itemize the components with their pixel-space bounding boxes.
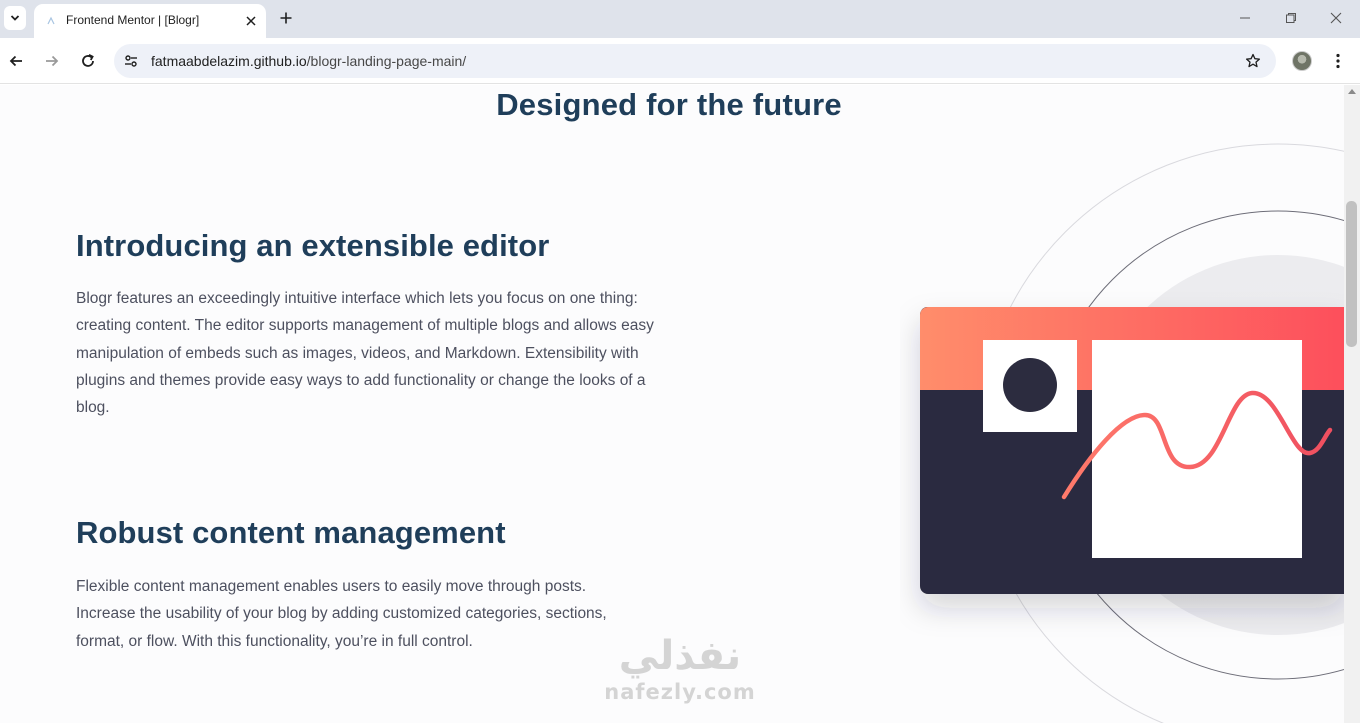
feature-title-editor: Introducing an extensible editor (76, 228, 550, 263)
tab-title: Frontend Mentor | [Blogr] (66, 13, 200, 27)
tune-icon (125, 55, 137, 67)
address-bar[interactable]: fatmaabdelazim.github.io/blogr-landing-p… (114, 44, 1276, 78)
bookmark-button[interactable] (1244, 52, 1262, 70)
url-text: fatmaabdelazim.github.io/blogr-landing-p… (151, 53, 466, 69)
star-icon (1245, 53, 1261, 68)
editor-illustration (919, 143, 1344, 723)
scroll-up-arrow-icon[interactable] (1348, 89, 1356, 94)
profile-dot (1003, 358, 1057, 412)
feature-title-content-management: Robust content management (76, 515, 506, 550)
tab-close-button[interactable] (242, 12, 260, 30)
restore-button[interactable] (1283, 10, 1299, 26)
browser-menu-button[interactable] (1330, 51, 1346, 71)
watermark-latin: nafezly.com (604, 680, 756, 704)
vertical-scrollbar[interactable] (1344, 85, 1360, 723)
browser-tab-active[interactable]: Frontend Mentor | [Blogr] (34, 4, 266, 38)
browser-toolbar: fatmaabdelazim.github.io/blogr-landing-p… (0, 38, 1360, 84)
content-panel (1092, 340, 1302, 558)
minimize-button[interactable] (1237, 10, 1253, 26)
url-host: fatmaabdelazim.github.io (151, 53, 307, 69)
frontend-mentor-favicon-icon (47, 16, 55, 25)
watermark-arabic: نفذلي (618, 633, 742, 679)
feature-text-editor: Blogr features an exceedingly intuitive … (76, 290, 654, 417)
tab-strip: Frontend Mentor | [Blogr] (0, 0, 1360, 38)
section-title: Designed for the future (496, 87, 842, 122)
reload-button[interactable] (79, 52, 97, 70)
minimize-icon (1240, 17, 1250, 19)
plus-icon (280, 12, 292, 24)
close-window-button[interactable] (1328, 10, 1344, 26)
arrow-right-icon (46, 55, 59, 67)
site-info-button[interactable] (122, 52, 140, 70)
chevron-down-icon (10, 15, 20, 21)
scrollbar-thumb[interactable] (1346, 201, 1357, 347)
reload-icon (82, 53, 94, 67)
close-icon (246, 16, 256, 26)
arrow-left-icon (9, 55, 22, 67)
more-vertical-icon (1336, 53, 1340, 69)
profile-avatar[interactable] (1292, 51, 1312, 71)
url-path: /blogr-landing-page-main/ (306, 53, 467, 69)
tab-search-button[interactable] (4, 6, 26, 30)
forward-button[interactable] (43, 52, 61, 70)
close-icon (1330, 12, 1342, 24)
back-button[interactable] (7, 52, 25, 70)
nafezly-watermark: نفذلي nafezly.com (560, 633, 800, 723)
page-viewport: Designed for the future Introducing an e… (0, 85, 1344, 723)
new-tab-button[interactable] (276, 8, 296, 28)
restore-icon (1286, 13, 1296, 23)
